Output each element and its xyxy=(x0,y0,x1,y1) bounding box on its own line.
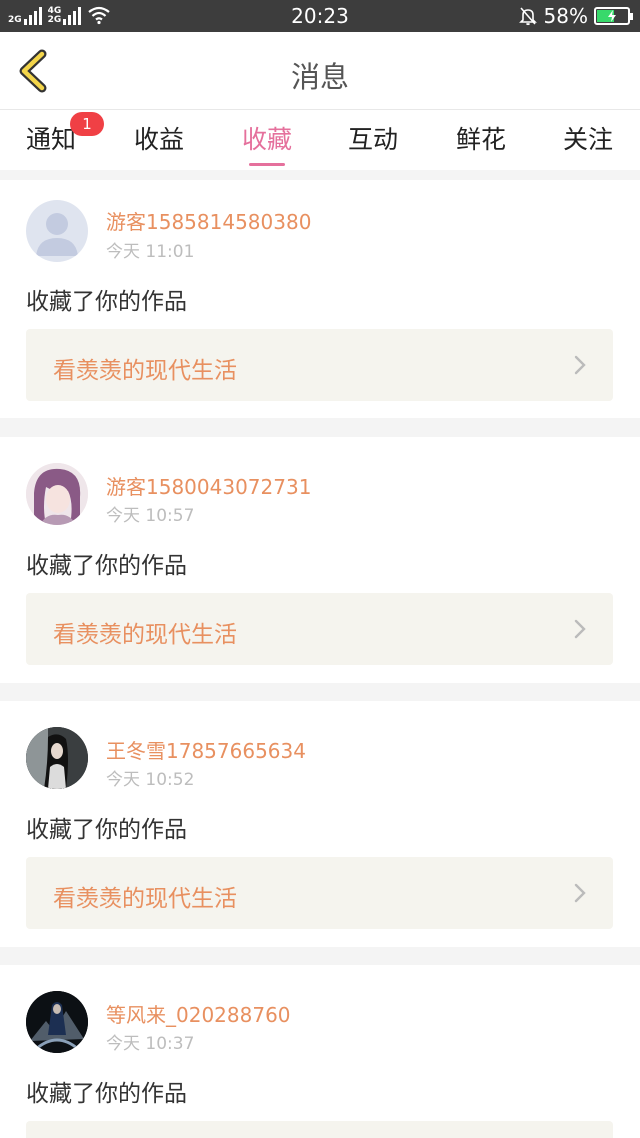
work-link[interactable]: 看羡羡的现代生活 xyxy=(26,329,613,401)
work-link[interactable]: 看羡羡的现代生活 xyxy=(26,593,613,665)
user-avatar-image xyxy=(26,463,88,525)
tab-earnings[interactable]: 收益 xyxy=(132,120,186,168)
username-link[interactable]: 王冬雪17857665634 xyxy=(106,735,306,764)
username-link[interactable]: 游客1585814580380 xyxy=(106,206,311,235)
tab-label: 关注 xyxy=(562,125,613,154)
unread-badge: 1 xyxy=(70,112,104,136)
work-title: 看羡羡的现代生活 xyxy=(53,622,237,648)
message-item: 等风来_020288760 今天 10:37 收藏了你的作品 xyxy=(0,965,640,1138)
work-link[interactable]: 看羡羡的现代生活 xyxy=(26,857,613,929)
tab-interactions[interactable]: 互动 xyxy=(346,120,400,168)
tab-label: 收益 xyxy=(133,125,184,154)
tab-label: 互动 xyxy=(347,125,398,154)
tab-label: 鲜花 xyxy=(455,125,506,154)
avatar[interactable] xyxy=(26,463,88,525)
active-tab-indicator xyxy=(249,163,285,166)
chevron-right-icon xyxy=(574,883,586,903)
username-link[interactable]: 等风来_020288760 xyxy=(106,999,291,1028)
chevron-right-icon xyxy=(574,355,586,375)
tab-favorites[interactable]: 收藏 xyxy=(240,120,294,168)
battery-percent: 58% xyxy=(543,4,588,28)
tab-label: 收藏 xyxy=(241,125,292,154)
work-link[interactable] xyxy=(26,1121,613,1138)
tab-bar: 通知 1 收益 收藏 互动 鲜花 关注 xyxy=(0,110,640,170)
message-time: 今天 11:01 xyxy=(106,242,195,262)
avatar[interactable] xyxy=(26,727,88,789)
tab-label: 通知 xyxy=(25,125,76,154)
page-title: 消息 xyxy=(290,60,349,94)
mute-bell-icon xyxy=(518,7,537,26)
battery-icon xyxy=(594,7,633,25)
user-avatar-image xyxy=(26,991,88,1053)
app-header: 消息 xyxy=(0,32,640,110)
username-link[interactable]: 游客1580043072731 xyxy=(106,471,311,500)
tab-following[interactable]: 关注 xyxy=(561,120,615,168)
message-time: 今天 10:52 xyxy=(106,770,195,790)
message-text: 收藏了你的作品 xyxy=(26,1081,187,1107)
status-bar: 2G 4G 2G 20:23 58% xyxy=(0,0,640,32)
message-text: 收藏了你的作品 xyxy=(26,553,187,579)
default-avatar-icon xyxy=(36,213,78,256)
message-item: 游客1580043072731 今天 10:57 收藏了你的作品 看羡羡的现代生… xyxy=(0,437,640,683)
work-title: 看羡羡的现代生活 xyxy=(53,886,237,912)
avatar[interactable] xyxy=(26,991,88,1053)
chevron-right-icon xyxy=(574,619,586,639)
work-title: 看羡羡的现代生活 xyxy=(53,358,237,384)
message-time: 今天 10:37 xyxy=(106,1034,195,1054)
message-text: 收藏了你的作品 xyxy=(26,817,187,843)
message-time: 今天 10:57 xyxy=(106,506,195,526)
tab-notifications[interactable]: 通知 1 xyxy=(24,112,104,168)
message-item: 王冬雪17857665634 今天 10:52 收藏了你的作品 看羡羡的现代生活 xyxy=(0,701,640,947)
avatar[interactable] xyxy=(26,200,88,262)
user-avatar-image xyxy=(26,727,88,789)
tab-flowers[interactable]: 鲜花 xyxy=(454,120,508,168)
message-item: 游客1585814580380 今天 11:01 收藏了你的作品 看羡羡的现代生… xyxy=(0,180,640,418)
message-text: 收藏了你的作品 xyxy=(26,289,187,315)
